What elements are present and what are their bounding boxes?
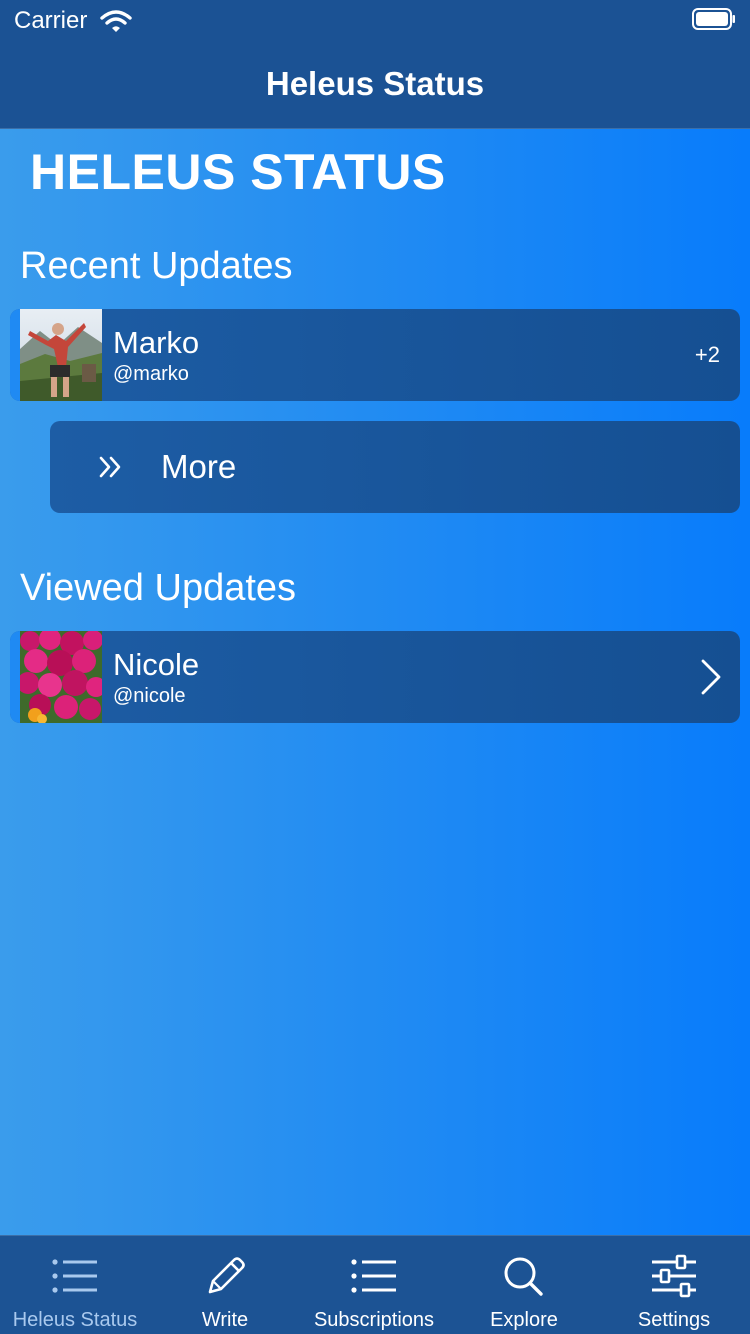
- avatar: [20, 309, 102, 401]
- tab-settings[interactable]: Settings: [599, 1236, 749, 1334]
- navigation-bar: Carrier Heleus Status: [0, 0, 750, 129]
- recent-update-row-marko[interactable]: Marko @marko +2: [10, 309, 740, 401]
- row-accent: [10, 309, 20, 401]
- pencil-icon: [208, 1257, 245, 1294]
- list-icon: [52, 1259, 97, 1293]
- avatar: [20, 631, 102, 723]
- battery-icon: [692, 8, 735, 30]
- tab-label: Heleus Status: [12, 1309, 138, 1331]
- update-count-badge: +2: [694, 342, 720, 367]
- tab-write[interactable]: Write: [150, 1236, 300, 1334]
- row-accent: [10, 631, 20, 723]
- tab-label: Settings: [637, 1309, 711, 1331]
- more-label: More: [161, 448, 237, 485]
- app-screen: Carrier Heleus Status HELEUS STATUS Rece…: [0, 0, 750, 1334]
- double-chevron-right-icon: [99, 456, 121, 478]
- user-handle: @marko: [113, 363, 189, 385]
- chevron-right-icon: [701, 659, 721, 695]
- page-title: HELEUS STATUS: [30, 144, 446, 200]
- viewed-update-row-nicole[interactable]: Nicole @nicole: [10, 631, 740, 723]
- user-handle: @nicole: [113, 685, 186, 707]
- user-name: Marko: [113, 325, 200, 360]
- section-title-recent: Recent Updates: [20, 245, 293, 287]
- tab-label: Explore: [490, 1309, 558, 1331]
- tab-label: Write: [201, 1309, 249, 1331]
- carrier-label: Carrier: [14, 7, 88, 34]
- tab-subscriptions[interactable]: Subscriptions: [299, 1236, 449, 1334]
- tab-label: Subscriptions: [313, 1309, 435, 1331]
- more-button[interactable]: More: [50, 421, 740, 513]
- nav-title: Heleus Status: [265, 65, 485, 102]
- tab-heleus-status[interactable]: Heleus Status: [0, 1236, 150, 1334]
- tab-explore[interactable]: Explore: [449, 1236, 599, 1334]
- search-icon: [504, 1257, 543, 1296]
- user-name: Nicole: [113, 647, 200, 682]
- list-icon: [351, 1259, 396, 1293]
- section-title-viewed: Viewed Updates: [20, 567, 297, 609]
- tab-bar: Heleus Status Write Subscriptions Explor…: [0, 1235, 750, 1334]
- sliders-icon: [652, 1254, 696, 1298]
- wifi-icon: [100, 10, 132, 32]
